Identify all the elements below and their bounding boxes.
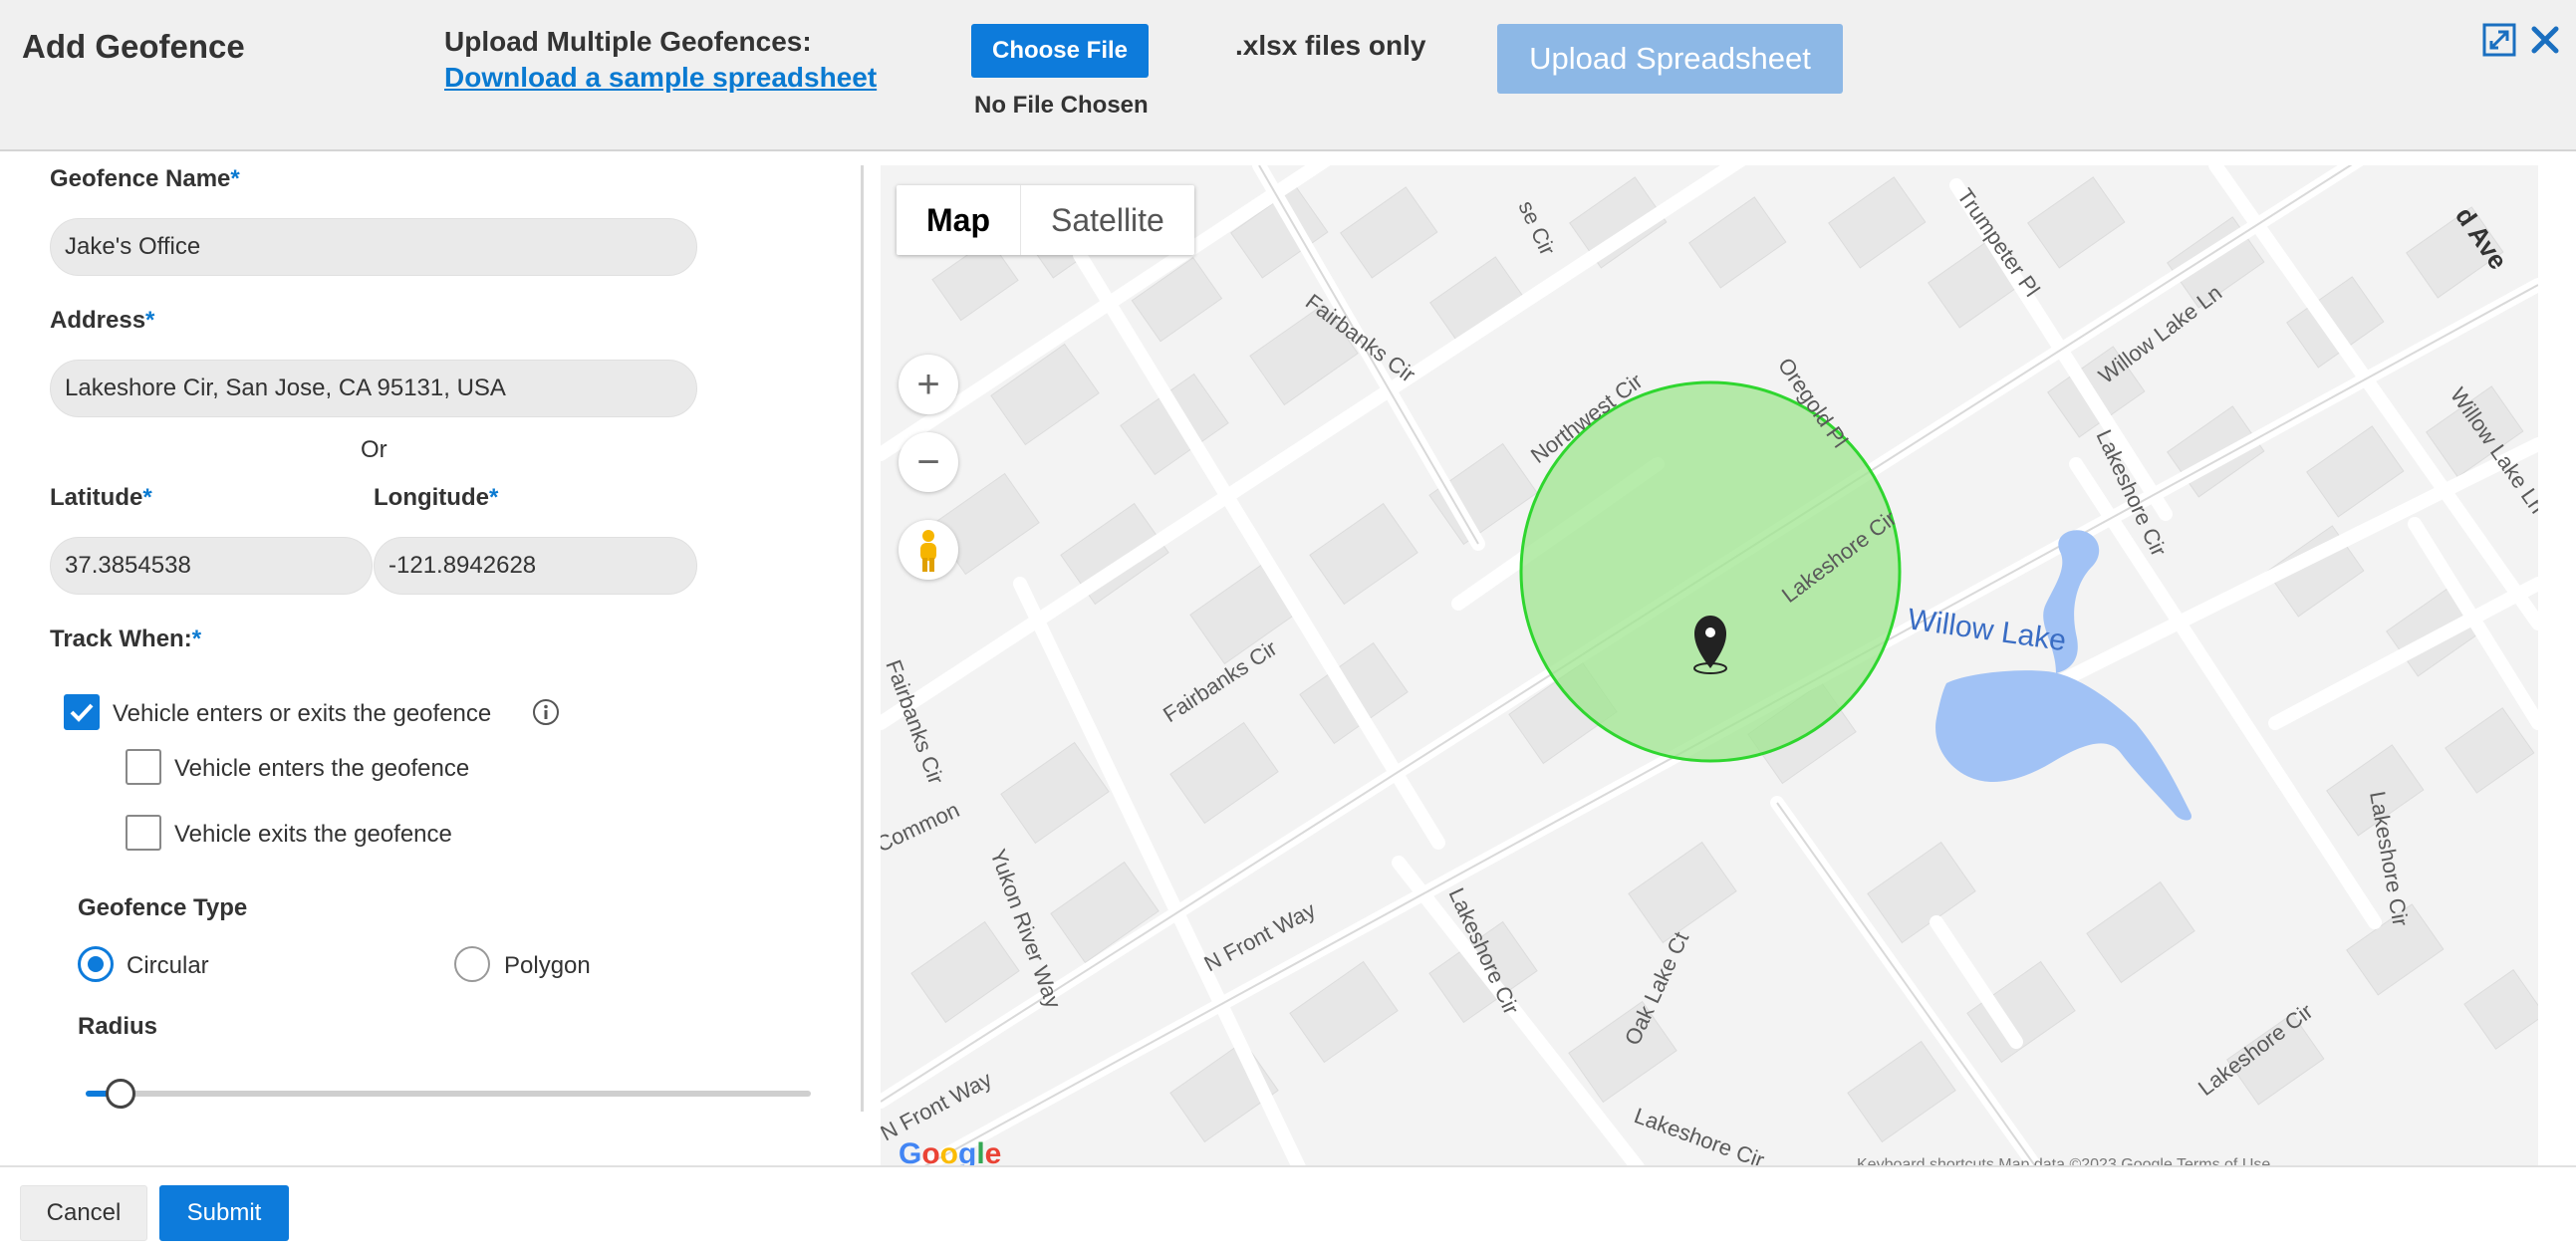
circular-label: Circular <box>127 952 209 979</box>
info-icon[interactable] <box>532 698 560 726</box>
google-logo-letter: e <box>984 1137 1002 1167</box>
google-logo-letter: l <box>976 1137 985 1167</box>
google-logo-letter: G <box>899 1137 922 1167</box>
geofence-name-label: Geofence Name* <box>50 165 240 192</box>
map-type-satellite-button[interactable]: Satellite <box>1020 185 1194 255</box>
street-view-pegman-icon[interactable] <box>899 520 958 580</box>
submit-button[interactable]: Submit <box>159 1185 289 1241</box>
panel-divider <box>861 165 864 1112</box>
file-status: No File Chosen <box>974 92 1149 119</box>
track-when-label: Track When:* <box>50 626 202 652</box>
upload-spreadsheet-button[interactable]: Upload Spreadsheet <box>1497 24 1843 94</box>
zoom-in-button[interactable]: + <box>899 355 958 414</box>
google-logo-letter: o <box>939 1137 958 1167</box>
map-canvas[interactable]: Fairbanks Cir Northwest Cir Oregold Pl T… <box>881 165 2538 1167</box>
radius-label: Radius <box>78 1013 158 1040</box>
geofence-name-input[interactable] <box>50 218 697 276</box>
enters-or-exits-label: Vehicle enters or exits the geofence <box>113 700 492 727</box>
google-logo-letter: o <box>921 1137 940 1167</box>
enters-or-exits-checkbox[interactable] <box>64 694 100 730</box>
geofence-type-label: Geofence Type <box>78 894 248 921</box>
file-type-hint: .xlsx files only <box>1235 30 1426 61</box>
address-label: Address* <box>50 307 155 334</box>
location-pin-icon[interactable] <box>1693 616 1727 674</box>
longitude-label: Longitude* <box>374 484 499 511</box>
enters-checkbox[interactable] <box>126 749 161 785</box>
modal-header: Add Geofence Upload Multiple Geofences: … <box>0 0 2576 151</box>
map-type-map-button[interactable]: Map <box>897 185 1020 255</box>
upload-multiple-label: Upload Multiple Geofences: <box>444 26 812 57</box>
map-view[interactable]: Fairbanks Cir Northwest Cir Oregold Pl T… <box>881 165 2538 1167</box>
circular-radio[interactable] <box>78 946 114 982</box>
exits-checkbox[interactable] <box>126 815 161 851</box>
zoom-out-button[interactable]: − <box>899 432 958 492</box>
radius-slider-track[interactable] <box>86 1091 811 1097</box>
latitude-input[interactable] <box>50 537 373 595</box>
expand-icon[interactable] <box>2481 22 2517 58</box>
address-input[interactable] <box>50 360 697 417</box>
download-sample-link[interactable]: Download a sample spreadsheet <box>444 62 877 94</box>
choose-file-button[interactable]: Choose File <box>971 24 1149 78</box>
close-icon[interactable] <box>2527 22 2563 58</box>
modal-footer: Cancel Submit <box>0 1165 2576 1251</box>
polygon-label: Polygon <box>504 952 591 979</box>
cancel-button[interactable]: Cancel <box>20 1185 147 1241</box>
google-logo: Google <box>899 1137 1001 1167</box>
latitude-label: Latitude* <box>50 484 152 511</box>
checkmark-icon <box>70 703 94 722</box>
map-type-control: Map Satellite <box>897 185 1194 255</box>
longitude-input[interactable] <box>374 537 697 595</box>
exits-label: Vehicle exits the geofence <box>174 821 452 848</box>
polygon-radio[interactable] <box>454 946 490 982</box>
google-logo-letter: g <box>958 1137 977 1167</box>
modal-title: Add Geofence <box>22 28 245 65</box>
radius-slider-handle[interactable] <box>106 1079 135 1109</box>
enters-label: Vehicle enters the geofence <box>174 755 470 782</box>
or-separator: Or <box>361 436 387 463</box>
